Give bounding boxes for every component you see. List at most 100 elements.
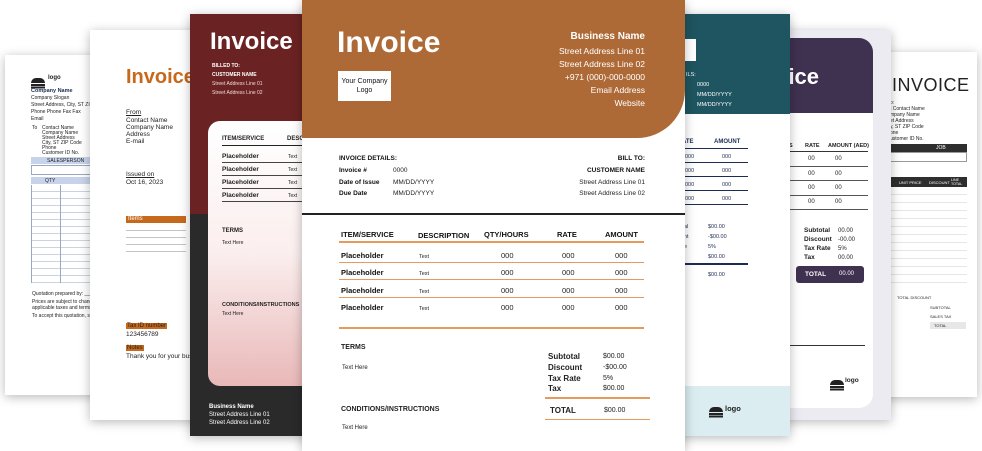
summary-value: $00.00	[708, 254, 725, 260]
row-description: Text	[419, 289, 430, 295]
terms-text: Text Here	[222, 240, 244, 246]
table-divider	[60, 185, 61, 283]
footer-street: Street Address Line 01	[209, 412, 270, 418]
table-end-rule	[339, 327, 644, 329]
issue-date: MM/DD/YYYY	[697, 92, 732, 98]
row-rate: 000	[685, 182, 695, 188]
row-desc: Text	[288, 154, 298, 160]
row-amount: 000	[722, 182, 732, 188]
row-desc: Text	[288, 167, 298, 173]
invoice-number-value: 0000	[393, 167, 408, 174]
row-description: Text	[419, 271, 430, 277]
subtotal-label: Subtotal	[548, 352, 580, 361]
total-label: TOTAL	[934, 323, 947, 328]
job-header	[890, 144, 967, 152]
details-label: ILS:	[686, 72, 696, 78]
invoice-template-thumbnail-6[interactable]: oice S RATE AMOUNT (AED) 00 00 00 00 00 …	[775, 30, 891, 420]
row-amount: 000	[615, 268, 628, 277]
discount-value: -00.00	[838, 237, 856, 243]
column-header-qty: QTY/HOURS	[484, 230, 529, 239]
invoice-title: INVOICE	[892, 75, 970, 95]
tax-id-value: 123456789	[126, 331, 159, 338]
tax-rate-value: 5%	[603, 375, 614, 382]
column-header: AMOUNT (AED)	[828, 143, 869, 149]
summary-value: $00.00	[708, 224, 725, 230]
logo-text: logo	[725, 404, 741, 413]
notes-label: Notes	[126, 345, 144, 351]
row-amount: 000	[615, 251, 628, 260]
bill-to-label: BILL TO:	[617, 155, 645, 162]
summary-value: 5%	[708, 244, 716, 250]
total-value: 00.00	[839, 271, 855, 277]
tax-label: Tax	[548, 384, 562, 393]
row-rate: 00	[808, 185, 815, 191]
total-bottom-rule	[545, 419, 650, 421]
footer-street: Street Address Line 02	[209, 420, 270, 426]
row-rate: 000	[685, 196, 695, 202]
row-rate: 000	[685, 154, 695, 160]
tax-rate-value: 5%	[838, 246, 847, 252]
total-value: $00.00	[604, 407, 626, 414]
row-amount: 000	[615, 286, 628, 295]
total-rule	[545, 397, 650, 399]
bill-line: ustomer ID No.	[890, 136, 924, 142]
column-header-item: ITEM/SERVICE	[341, 230, 394, 239]
invoice-title: Invoice	[126, 66, 195, 88]
row-amount: 000	[615, 303, 628, 312]
total-label: TOTAL	[550, 406, 576, 415]
row-item: Placeholder	[341, 303, 384, 312]
footer-line: applicable taxes and terms.	[32, 305, 93, 311]
business-email: Email Address	[590, 85, 645, 95]
tax-value: 00.00	[838, 255, 854, 261]
row-qty: 000	[501, 286, 514, 295]
total-discount-label: TOTAL DISCOUNT	[897, 295, 932, 300]
invoice-title: Invoice	[210, 28, 293, 55]
invoice-number-label: Invoice #	[339, 167, 367, 174]
discount-label: Discount	[548, 363, 583, 372]
details-value: 0000	[697, 82, 710, 88]
terms-label: TERMS	[341, 344, 366, 351]
due-date-value: MM/DD/YYYY	[393, 190, 435, 197]
header-rule	[339, 241, 644, 243]
line-total-label: LINE TOTAL	[951, 178, 963, 186]
invoice-template-main[interactable]: Invoice Your Company Logo Business Name …	[302, 0, 685, 451]
terms-text: Text Here	[342, 365, 368, 371]
business-website: Website	[614, 98, 645, 108]
summary-value: -$00.00	[708, 234, 727, 240]
from-line: Company Name	[126, 124, 173, 131]
row-amount: 000	[722, 154, 732, 160]
business-street: Street Address Line 01	[558, 46, 645, 56]
column-header: AMOUNT	[714, 139, 741, 145]
invoice-title: Invoice	[337, 26, 441, 59]
logo-line: Your Company	[341, 78, 388, 85]
due-date-label: Due Date	[339, 190, 368, 197]
invoice-details-label: INVOICE DETAILS:	[339, 155, 398, 162]
conditions-text: Text Here	[222, 311, 244, 317]
terms-label: TERMS	[222, 228, 243, 234]
company-logo-placeholder[interactable]: Your Company Logo	[338, 71, 391, 101]
row-amount: 000	[722, 168, 732, 174]
row-desc: Text	[288, 193, 298, 199]
business-phone: +971 (000)-000-0000	[564, 72, 645, 82]
grand-total: $00.00	[708, 272, 725, 278]
issue-date-label: Date of Issue	[339, 179, 380, 186]
sales-tax-label: SALES TAX	[930, 314, 952, 319]
subtotal-value: $00.00	[603, 353, 625, 360]
to-label: To	[32, 125, 38, 131]
issued-date: Oct 16, 2023	[126, 179, 164, 186]
column-header-amount: AMOUNT	[605, 230, 638, 239]
logo-icon	[830, 376, 844, 394]
logo-text: logo	[48, 75, 61, 81]
section-divider	[302, 213, 685, 215]
row-rate: 00	[808, 171, 815, 177]
row-item: Placeholder	[222, 153, 259, 160]
company-name: Company Name	[31, 88, 73, 94]
row-description: Text	[419, 254, 430, 260]
billed-to-label: BILLED TO:	[212, 63, 240, 69]
total-label: TOTAL	[805, 271, 827, 278]
column-header: ITEM/SERVICE	[222, 136, 265, 142]
tax-rate-label: Tax Rate	[804, 245, 831, 252]
issued-label: Issued on	[126, 171, 155, 178]
row-item: Placeholder	[341, 286, 384, 295]
row-rate: 00	[808, 199, 815, 205]
